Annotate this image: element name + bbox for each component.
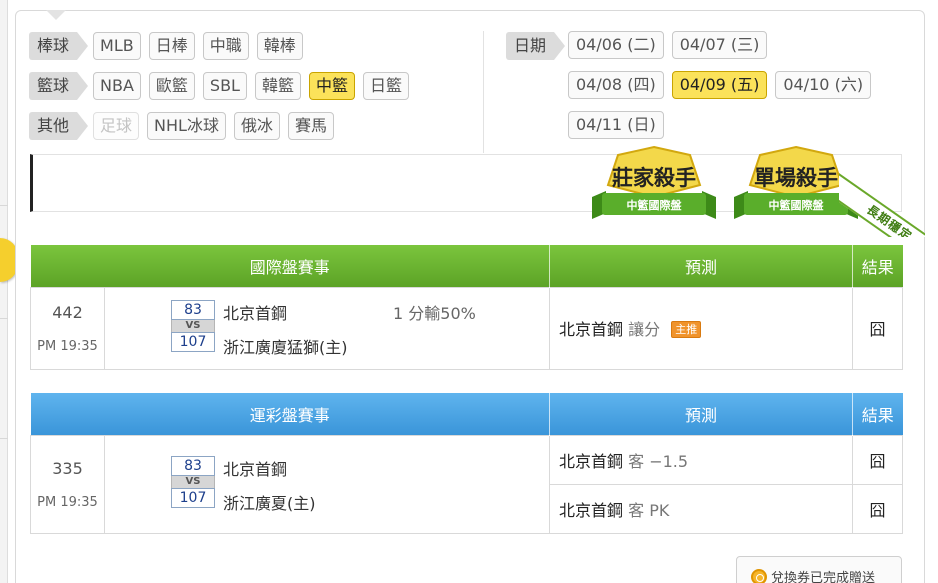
date-line: 04/06 (二) 04/07 (三) bbox=[568, 31, 908, 61]
header-prediction: 預測 bbox=[549, 393, 853, 435]
prediction-pick: 客 PK bbox=[628, 500, 670, 520]
badge-title: 單場殺手 bbox=[754, 166, 838, 190]
matchup-cell: 83 VS 107 北京首鋼 浙江廣夏(主) bbox=[104, 434, 550, 534]
away-team: 北京首鋼 bbox=[223, 303, 288, 323]
panel-pointer bbox=[46, 10, 66, 20]
header-result: 結果 bbox=[852, 245, 903, 287]
sidebar-divider bbox=[0, 205, 8, 206]
league-chip-npb[interactable]: 日棒 bbox=[148, 32, 195, 60]
date-line: 04/08 (四) 04/09 (五) 04/10 (六) bbox=[568, 71, 908, 101]
corner-ribbon: 長期穩定 bbox=[839, 151, 925, 237]
league-chip-nba[interactable]: NBA bbox=[93, 72, 141, 100]
corner-ribbon-text: 長期穩定 bbox=[839, 173, 925, 237]
league-chip-nhl[interactable]: NHL冰球 bbox=[147, 112, 226, 140]
header-result: 結果 bbox=[852, 393, 903, 435]
prediction-cell: 北京首鋼 客 −1.5 bbox=[549, 434, 853, 485]
league-chip-kbo[interactable]: 韓棒 bbox=[256, 32, 303, 60]
category-label-other: 其他 bbox=[29, 112, 89, 140]
spread-result: 1 分輸50% bbox=[393, 303, 476, 323]
prediction-cell: 北京首鋼 讓分 主推 bbox=[549, 286, 853, 370]
game-time: PM 19:35 bbox=[37, 338, 98, 354]
home-score: 107 bbox=[171, 331, 215, 352]
matchup-cell: 83 VS 107 北京首鋼 浙江廣廈猛獅(主) 1 分輸50% bbox=[104, 286, 550, 370]
international-games-table: 國際盤賽事 預測 結果 442 PM 19:35 83 VS 107 北京首鋼 bbox=[30, 245, 903, 370]
prediction-cell: 北京首鋼 客 PK bbox=[549, 483, 853, 534]
vs-label: VS bbox=[171, 319, 215, 332]
away-team: 北京首鋼 bbox=[223, 459, 288, 479]
table-header-row: 國際盤賽事 預測 結果 bbox=[30, 245, 903, 287]
sidebar-divider bbox=[0, 318, 8, 319]
league-chip-mlb[interactable]: MLB bbox=[93, 32, 141, 60]
vs-label: VS bbox=[171, 475, 215, 488]
filter-row-other: 其他 足球 NHL冰球 俄冰 賽馬 bbox=[29, 111, 417, 141]
filter-row-baseball: 棒球 MLB 日棒 中職 韓棒 bbox=[29, 31, 417, 61]
date-grid: 04/06 (二) 04/07 (三) 04/08 (四) 04/09 (五) … bbox=[568, 31, 908, 151]
category-label-basketball: 籃球 bbox=[29, 72, 89, 100]
league-chip-euro[interactable]: 歐籃 bbox=[148, 72, 195, 100]
league-chip-bleague[interactable]: 日籃 bbox=[363, 72, 410, 100]
sidebar-divider bbox=[0, 438, 8, 439]
table-row: 335 PM 19:35 83 VS 107 北京首鋼 浙江廣夏(主) 北京首鋼… bbox=[30, 434, 903, 534]
badge-banker-killer: 莊家殺手 中籃國際盤 bbox=[592, 145, 716, 219]
prediction-team: 北京首鋼 bbox=[559, 500, 624, 520]
prediction-pick: 客 −1.5 bbox=[628, 451, 689, 471]
table-header-row: 運彩盤賽事 預測 結果 bbox=[30, 393, 903, 435]
date-chip-0411[interactable]: 04/11 (日) bbox=[568, 111, 664, 139]
header-event: 運彩盤賽事 bbox=[30, 393, 550, 435]
date-chip-0410[interactable]: 04/10 (六) bbox=[775, 71, 872, 99]
voucher-notice-button[interactable]: 兌換券已完成贈送 bbox=[736, 556, 902, 583]
score-stack: 83 VS 107 bbox=[171, 455, 215, 508]
date-filters: 日期 04/06 (二) 04/07 (三) 04/08 (四) 04/09 (… bbox=[506, 31, 916, 139]
result-cell: 囧 bbox=[852, 286, 903, 370]
filter-row-basketball: 籃球 NBA 歐籃 SBL 韓籃 中籃 日籃 bbox=[29, 71, 417, 101]
result-cell: 囧 bbox=[852, 434, 903, 485]
category-label-date: 日期 bbox=[506, 32, 566, 60]
filter-divider bbox=[483, 31, 484, 153]
featured-tag: 主推 bbox=[671, 321, 702, 338]
league-chip-soccer: 足球 bbox=[93, 112, 140, 140]
sports-lottery-games-table: 運彩盤賽事 預測 結果 335 PM 19:35 83 VS 107 北京首鋼 bbox=[30, 393, 903, 534]
date-chip-0409[interactable]: 04/09 (五) bbox=[671, 71, 768, 99]
game-id: 335 bbox=[52, 458, 83, 478]
home-team: 浙江廣廈猛獅(主) bbox=[223, 337, 348, 357]
league-chip-cpbl[interactable]: 中職 bbox=[202, 32, 249, 60]
prediction-pick: 讓分 bbox=[628, 320, 661, 339]
left-sidebar-edge bbox=[0, 0, 8, 583]
game-id-cell: 442 PM 19:35 bbox=[30, 286, 105, 370]
away-score: 83 bbox=[171, 455, 215, 476]
badge-subtitle: 中籃國際盤 bbox=[769, 198, 825, 212]
coin-icon bbox=[751, 569, 767, 583]
league-filters: 棒球 MLB 日棒 中職 韓棒 籃球 NBA 歐籃 SBL 韓籃 中籃 日籃 其… bbox=[29, 31, 417, 151]
prediction-team: 北京首鋼 bbox=[559, 320, 624, 339]
home-team: 浙江廣夏(主) bbox=[223, 493, 316, 513]
table-row: 442 PM 19:35 83 VS 107 北京首鋼 浙江廣廈猛獅(主) 1 … bbox=[30, 286, 903, 370]
game-time: PM 19:35 bbox=[37, 494, 98, 510]
date-line: 04/11 (日) bbox=[568, 111, 908, 141]
prediction-panel: 棒球 MLB 日棒 中職 韓棒 籃球 NBA 歐籃 SBL 韓籃 中籃 日籃 其… bbox=[15, 10, 925, 583]
league-chip-cba[interactable]: 中籃 bbox=[308, 72, 355, 100]
game-id-cell: 335 PM 19:35 bbox=[30, 434, 105, 534]
result-cell: 囧 bbox=[852, 483, 903, 534]
game-id: 442 bbox=[52, 302, 83, 322]
category-label-baseball: 棒球 bbox=[29, 32, 89, 60]
home-score: 107 bbox=[171, 487, 215, 508]
badge-subtitle: 中籃國際盤 bbox=[627, 198, 683, 212]
league-chip-khl[interactable]: 俄冰 bbox=[233, 112, 280, 140]
league-chip-sbl[interactable]: SBL bbox=[202, 72, 247, 100]
badge-title: 莊家殺手 bbox=[612, 166, 696, 190]
league-chip-kbl[interactable]: 韓籃 bbox=[254, 72, 301, 100]
score-stack: 83 VS 107 bbox=[171, 299, 215, 352]
league-chip-horse-racing[interactable]: 賽馬 bbox=[287, 112, 334, 140]
date-chip-0407[interactable]: 04/07 (三) bbox=[671, 31, 768, 59]
voucher-notice-text: 兌換券已完成贈送 bbox=[771, 571, 876, 583]
date-chip-0406[interactable]: 04/06 (二) bbox=[568, 31, 664, 59]
header-event: 國際盤賽事 bbox=[30, 245, 550, 287]
away-score: 83 bbox=[171, 299, 215, 320]
date-chip-0408[interactable]: 04/08 (四) bbox=[568, 71, 664, 99]
prediction-team: 北京首鋼 bbox=[559, 451, 624, 471]
header-prediction: 預測 bbox=[549, 245, 853, 287]
